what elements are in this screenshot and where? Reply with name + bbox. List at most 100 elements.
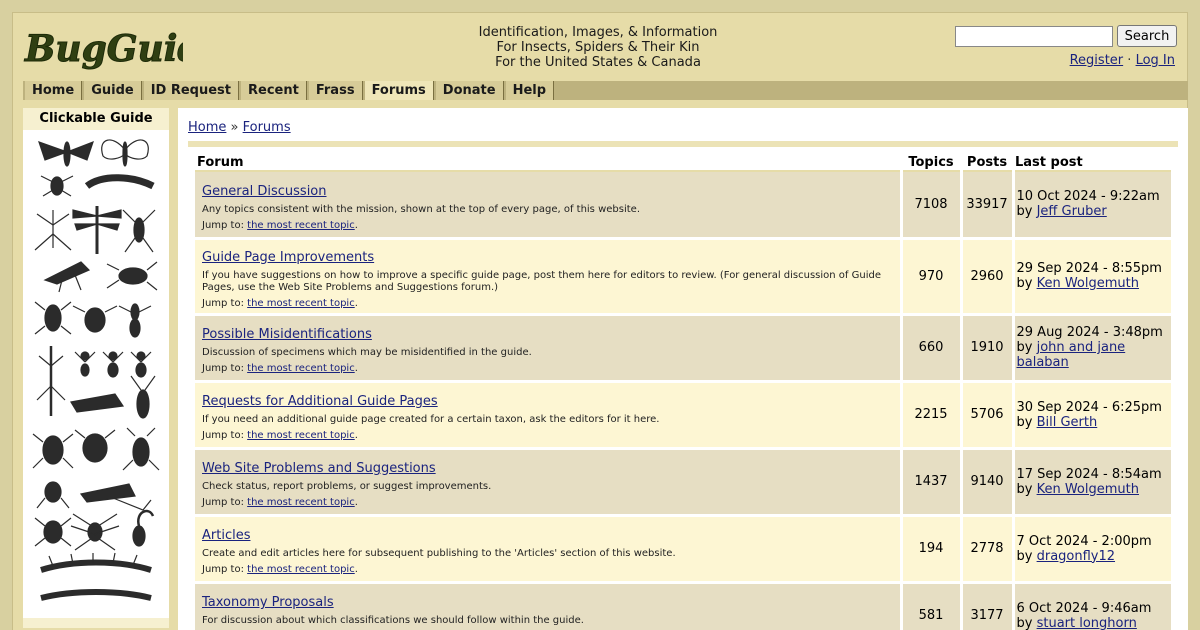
- tagline-line-3: For the United States & Canada: [495, 55, 701, 70]
- tick-icon[interactable]: [34, 517, 72, 547]
- breadcrumb-forums[interactable]: Forums: [243, 120, 291, 135]
- jump-label: Jump to:: [202, 497, 244, 508]
- longhorn-icon[interactable]: [130, 375, 156, 419]
- caterpillar-icon[interactable]: [84, 174, 155, 190]
- last-post-user-link[interactable]: Jeff Gruber: [1037, 204, 1107, 219]
- stick-insect-icon[interactable]: [36, 346, 66, 416]
- register-link[interactable]: Register: [1070, 53, 1124, 68]
- nav-donate[interactable]: Donate: [435, 81, 504, 100]
- last-post-user-link[interactable]: Ken Wolgemuth: [1037, 276, 1139, 291]
- grasshopper-icon[interactable]: [79, 483, 152, 511]
- forum-cell: Possible Misidentifications Discussion of…: [195, 314, 901, 383]
- jump-label: Jump to:: [202, 297, 244, 309]
- scorpion-icon[interactable]: [132, 509, 155, 547]
- forum-title-link[interactable]: Possible Misidentifications: [202, 327, 372, 342]
- nav-home[interactable]: Home: [25, 81, 83, 100]
- seed-bug-icon[interactable]: [32, 433, 74, 469]
- beetle-icon[interactable]: [106, 261, 158, 291]
- header-forum: Forum: [195, 154, 901, 172]
- breadcrumb: Home » Forums: [188, 120, 291, 135]
- last-post-user-link[interactable]: dragonfly12: [1037, 549, 1115, 564]
- weevil-icon[interactable]: [122, 427, 160, 471]
- centipede-icon[interactable]: [40, 552, 152, 573]
- last-post-date: 29 Sep 2024 - 8:55pm: [1016, 261, 1162, 276]
- jump-line: Jump to: the most recent topic.: [202, 497, 358, 508]
- last-post-user-link[interactable]: Ken Wolgemuth: [1037, 482, 1139, 497]
- jump-line: Jump to: the most recent topic.: [202, 219, 358, 231]
- last-post-user-link[interactable]: stuart longhorn: [1037, 616, 1137, 630]
- ant-3-icon[interactable]: [130, 351, 152, 378]
- nav-forums[interactable]: Forums: [364, 81, 434, 100]
- last-post-cell: 17 Sep 2024 - 8:54am by Ken Wolgemuth: [1011, 448, 1172, 517]
- forum-title-link[interactable]: General Discussion: [202, 184, 327, 199]
- posts-count: 1910: [959, 314, 1013, 383]
- cricket-icon[interactable]: [122, 209, 156, 253]
- flea-icon[interactable]: [36, 481, 70, 509]
- topics-count: 7108: [899, 171, 961, 240]
- forum-title-link[interactable]: Requests for Additional Guide Pages: [202, 394, 438, 409]
- search-input[interactable]: [955, 26, 1113, 47]
- ant-icon[interactable]: [74, 351, 96, 377]
- forum-cell: Requests for Additional Guide Pages If yo…: [195, 381, 901, 450]
- recent-topic-link[interactable]: the most recent topic: [247, 564, 355, 575]
- header-topics: Topics: [901, 154, 961, 172]
- last-post-author-line: by Ken Wolgemuth: [1017, 482, 1172, 497]
- recent-topic-link[interactable]: the most recent topic: [247, 497, 355, 508]
- by-label: by: [1016, 481, 1033, 497]
- table-row: Web Site Problems and Suggestions Check s…: [195, 448, 1172, 517]
- recent-topic-link[interactable]: the most recent topic: [247, 298, 355, 309]
- fly-icon[interactable]: [40, 175, 74, 197]
- forum-title-link[interactable]: Articles: [202, 528, 250, 543]
- ant-2-icon[interactable]: [102, 351, 124, 378]
- wasp-icon[interactable]: [118, 303, 152, 338]
- nav-frass[interactable]: Frass: [308, 81, 363, 100]
- topics-count: 2215: [899, 381, 961, 450]
- by-label: by: [1016, 340, 1033, 355]
- search-button[interactable]: Search: [1117, 25, 1177, 47]
- leafhopper-icon[interactable]: [70, 393, 125, 413]
- topics-count: 1437: [899, 448, 961, 517]
- forum-title-link[interactable]: Web Site Problems and Suggestions: [202, 461, 436, 476]
- forum-table: Forum Topics Posts Last post General Dis…: [195, 154, 1171, 630]
- butterfly-icon[interactable]: [101, 139, 149, 167]
- nav-id-request[interactable]: ID Request: [143, 81, 240, 100]
- recent-topic-link[interactable]: the most recent topic: [247, 430, 355, 441]
- spider-icon[interactable]: [70, 513, 120, 551]
- last-post-date: 17 Sep 2024 - 8:54am: [1016, 466, 1162, 482]
- jump-label: Jump to:: [202, 430, 244, 441]
- nav-recent[interactable]: Recent: [241, 81, 307, 100]
- last-post-date: 30 Sep 2024 - 6:25pm: [1016, 399, 1162, 415]
- last-post-user-link[interactable]: Bill Gerth: [1037, 415, 1098, 430]
- scarab-icon[interactable]: [74, 429, 116, 463]
- dragonfly-icon[interactable]: [72, 206, 122, 254]
- topics-count: 194: [899, 515, 961, 584]
- jump-line: Jump to: the most recent topic.: [202, 430, 358, 441]
- clickable-guide: Clickable Guide: [23, 108, 169, 628]
- last-post-user-link[interactable]: john and jane balaban: [1017, 340, 1126, 370]
- millipede-icon[interactable]: [40, 589, 152, 601]
- jump-line: Jump to: the most recent topic.: [202, 564, 358, 575]
- bee-icon[interactable]: [72, 305, 118, 333]
- posts-count: 33917: [959, 171, 1013, 240]
- jump-label: Jump to:: [202, 564, 244, 575]
- auth-links: Register · Log In: [1070, 53, 1175, 68]
- nav-help[interactable]: Help: [505, 81, 555, 100]
- forum-title-link[interactable]: Taxonomy Proposals: [202, 595, 334, 610]
- mantis-icon[interactable]: [43, 261, 91, 293]
- posts-count: 2960: [959, 238, 1013, 316]
- bugguide-logo[interactable]: BugGuide: [23, 23, 184, 73]
- bug-icon[interactable]: [34, 301, 72, 335]
- login-link[interactable]: Log In: [1136, 53, 1175, 68]
- table-row: Possible Misidentifications Discussion of…: [195, 314, 1172, 383]
- last-post-date: 29 Aug 2024 - 3:48pm: [1016, 325, 1163, 340]
- by-label: by: [1016, 615, 1033, 630]
- recent-topic-link[interactable]: the most recent topic: [247, 220, 355, 231]
- forum-title-link[interactable]: Guide Page Improvements: [202, 250, 374, 265]
- nav-guide[interactable]: Guide: [84, 81, 142, 100]
- mosquito-icon[interactable]: [34, 210, 72, 251]
- recent-topic-link[interactable]: the most recent topic: [247, 363, 355, 374]
- topics-count: 581: [899, 582, 961, 630]
- last-post-author-line: by john and jane balaban: [1017, 340, 1172, 370]
- moth-icon[interactable]: [38, 140, 94, 167]
- breadcrumb-home[interactable]: Home: [188, 120, 226, 135]
